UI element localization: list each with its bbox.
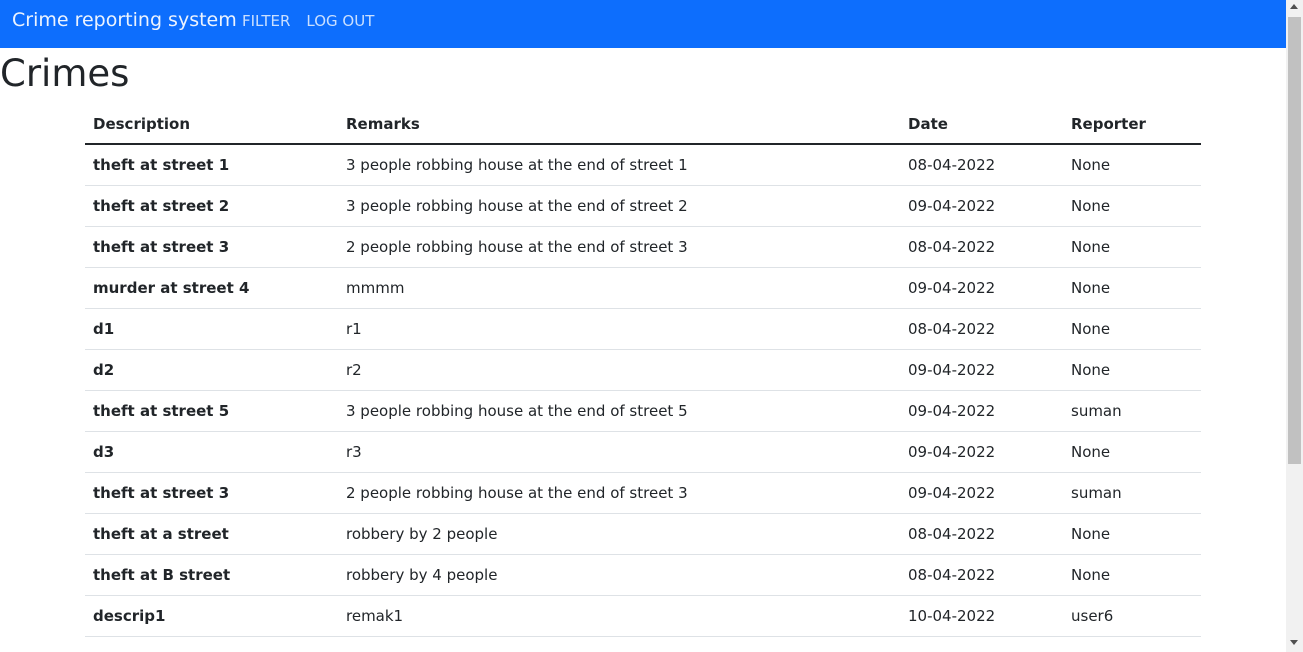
header-date: Date: [900, 104, 1063, 145]
cell-remarks: 3 people robbing house at the end of str…: [338, 144, 900, 186]
table-row: murder at street 4 mmmm 09-04-2022 None: [85, 267, 1201, 309]
cell-description: theft at street 3: [85, 472, 338, 514]
scroll-thumb[interactable]: [1288, 17, 1301, 464]
vertical-scrollbar[interactable]: [1286, 0, 1303, 652]
cell-description: theft at B street: [85, 554, 338, 596]
cell-reporter: None: [1063, 308, 1201, 350]
table-row: theft at street 32 people robbing house …: [85, 226, 1201, 268]
table-row: theft at street 53 people robbing house …: [85, 390, 1201, 432]
cell-remarks: 2 people robbing house at the end of str…: [338, 472, 900, 514]
cell-description: descrip1: [85, 595, 338, 637]
table-row: d2 r2 09-04-2022 None: [85, 349, 1201, 391]
cell-remarks: 2 people robbing house at the end of str…: [338, 226, 900, 268]
cell-date: 09-04-2022: [900, 349, 1063, 391]
cell-date: 08-04-2022: [900, 226, 1063, 268]
cell-remarks: 3 people robbing house at the end of str…: [338, 185, 900, 227]
nav-links: FILTER LOG OUT: [242, 12, 374, 30]
cell-remarks: r3: [338, 431, 900, 473]
header-description: Description: [85, 104, 338, 145]
cell-reporter: None: [1063, 431, 1201, 473]
brand-link[interactable]: Crime reporting system: [12, 9, 237, 31]
cell-description: d3: [85, 431, 338, 473]
filter-link[interactable]: FILTER: [242, 12, 290, 30]
cell-reporter: None: [1063, 144, 1201, 186]
table-row: theft at street 13 people robbing house …: [85, 144, 1201, 186]
table-row: d1 r1 08-04-2022 None: [85, 308, 1201, 350]
chevron-down-icon[interactable]: [1290, 640, 1298, 645]
cell-date: 09-04-2022: [900, 472, 1063, 514]
cell-date: 09-04-2022: [900, 431, 1063, 473]
cell-remarks: r2: [338, 349, 900, 391]
table-row: theft at B street robbery by 4 people 08-0…: [85, 554, 1201, 596]
cell-date: 08-04-2022: [900, 308, 1063, 350]
cell-remarks: r1: [338, 308, 900, 350]
cell-remarks: remak1: [338, 595, 900, 637]
cell-date: 08-04-2022: [900, 554, 1063, 596]
header-reporter: Reporter: [1063, 104, 1201, 145]
table-head: Description Remarks Date Reporter: [85, 104, 1201, 145]
cell-reporter: suman: [1063, 472, 1201, 514]
cell-reporter: None: [1063, 349, 1201, 391]
cell-remarks: robbery by 4 people: [338, 554, 900, 596]
cell-remarks: mmmm: [338, 267, 900, 309]
cell-description: theft at street 1: [85, 144, 338, 186]
cell-reporter: None: [1063, 554, 1201, 596]
logout-link[interactable]: LOG OUT: [306, 12, 374, 30]
cell-reporter: suman: [1063, 390, 1201, 432]
cell-date: 10-04-2022: [900, 595, 1063, 637]
table-row: theft at street 23 people robbing house …: [85, 185, 1201, 227]
page-title: Crimes: [0, 52, 130, 95]
cell-reporter: None: [1063, 513, 1201, 555]
header-remarks: Remarks: [338, 104, 900, 145]
cell-description: theft at street 2: [85, 185, 338, 227]
chevron-up-icon[interactable]: [1290, 4, 1298, 9]
cell-date: 09-04-2022: [900, 267, 1063, 309]
navbar: Crime reporting system FILTER LOG OUT: [0, 0, 1286, 48]
table-header-row: Description Remarks Date Reporter: [85, 104, 1201, 145]
cell-reporter: None: [1063, 267, 1201, 309]
cell-date: 08-04-2022: [900, 144, 1063, 186]
cell-reporter: user6: [1063, 595, 1201, 637]
cell-remarks: robbery by 2 people: [338, 513, 900, 555]
crimes-table: Description Remarks Date Reporter theft …: [85, 104, 1201, 637]
cell-remarks: 3 people robbing house at the end of str…: [338, 390, 900, 432]
table-body: theft at street 13 people robbing house …: [85, 144, 1201, 637]
cell-reporter: None: [1063, 185, 1201, 227]
table-row: descrip1 remak1 10-04-2022 user6: [85, 595, 1201, 637]
table-row: d3 r3 09-04-2022 None: [85, 431, 1201, 473]
cell-description: d2: [85, 349, 338, 391]
cell-description: murder at street 4: [85, 267, 338, 309]
table-row: theft at street 32 people robbing house …: [85, 472, 1201, 514]
cell-reporter: None: [1063, 226, 1201, 268]
cell-date: 08-04-2022: [900, 513, 1063, 555]
cell-description: theft at street 3: [85, 226, 338, 268]
cell-description: theft at street 5: [85, 390, 338, 432]
table-row: theft at a street robbery by 2 people 08-0…: [85, 513, 1201, 555]
cell-date: 09-04-2022: [900, 185, 1063, 227]
cell-date: 09-04-2022: [900, 390, 1063, 432]
page: Crime reporting system FILTER LOG OUT Cr…: [0, 0, 1286, 652]
cell-description: d1: [85, 308, 338, 350]
cell-description: theft at a street: [85, 513, 338, 555]
